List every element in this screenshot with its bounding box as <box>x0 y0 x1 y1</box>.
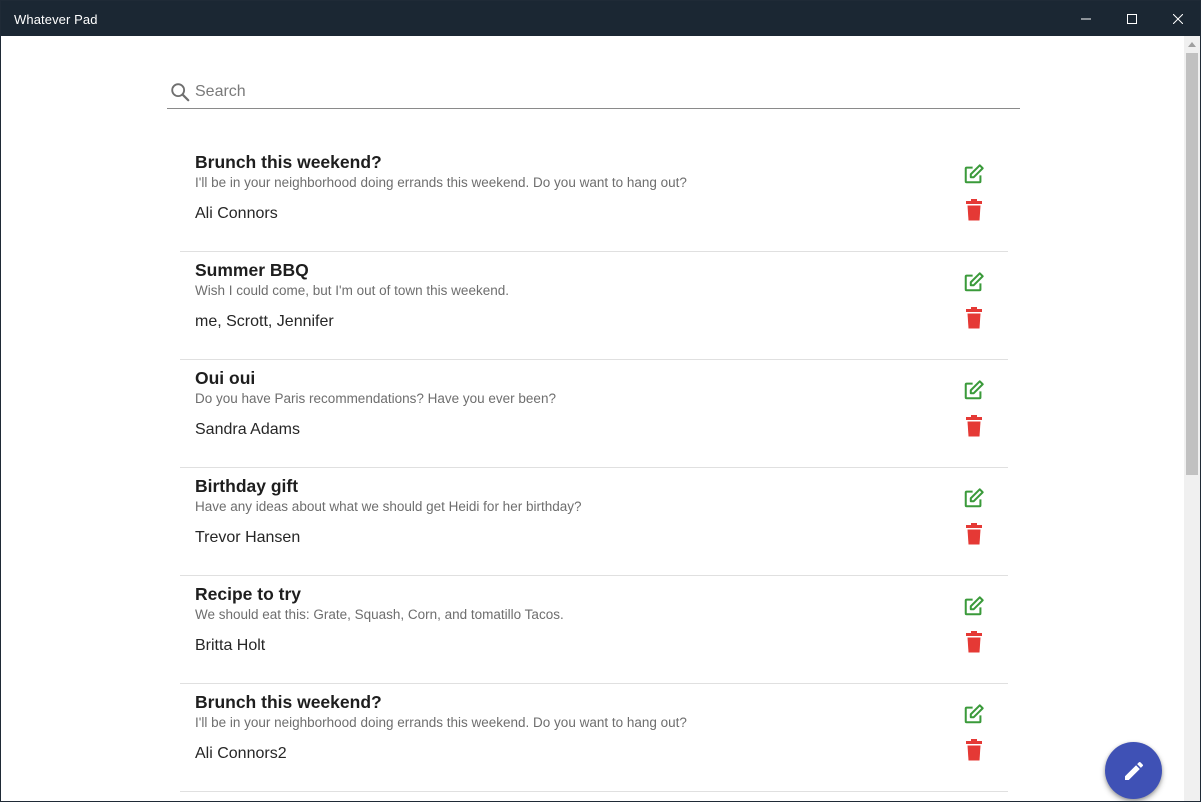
note-author: Britta Holt <box>195 637 266 654</box>
search-input[interactable] <box>195 80 995 104</box>
close-button[interactable] <box>1155 1 1200 36</box>
edit-note-icon <box>964 488 984 508</box>
maximize-icon <box>1127 13 1137 24</box>
delete-button[interactable] <box>962 306 986 330</box>
delete-button[interactable] <box>962 738 986 762</box>
trash-icon <box>966 199 982 221</box>
scroll-up-button[interactable] <box>1184 36 1200 52</box>
note-item[interactable]: Oui oui Do you have Paris recommendation… <box>180 360 1008 468</box>
window-title: Whatever Pad <box>14 12 98 27</box>
note-item[interactable]: Summer BBQ Wish I could come, but I'm ou… <box>180 252 1008 360</box>
note-body: I'll be in your neighborhood doing erran… <box>195 175 687 190</box>
pencil-icon <box>1124 761 1143 780</box>
edit-note-icon <box>964 272 984 292</box>
note-title: Birthday gift <box>195 476 299 496</box>
delete-button[interactable] <box>962 522 986 546</box>
scroll-up-arrow-icon <box>1188 41 1196 47</box>
vertical-scrollbar[interactable] <box>1184 36 1200 801</box>
note-body: Wish I could come, but I'm out of town t… <box>195 283 509 298</box>
delete-button[interactable] <box>962 630 986 654</box>
note-author: Ali Connors2 <box>195 745 287 762</box>
note-title: Summer BBQ <box>195 260 309 280</box>
edit-note-icon <box>964 704 984 724</box>
note-author: Sandra Adams <box>195 421 300 438</box>
close-icon <box>1173 13 1183 24</box>
note-body: Do you have Paris recommendations? Have … <box>195 391 556 406</box>
delete-button[interactable] <box>962 414 986 438</box>
note-item[interactable]: Brunch this weekend? I'll be in your nei… <box>180 144 1008 252</box>
edit-button[interactable] <box>962 270 986 294</box>
note-author: Ali Connors <box>195 205 278 222</box>
search-bar <box>167 78 1020 109</box>
note-item[interactable]: Birthday gift Have any ideas about what … <box>180 468 1008 576</box>
edit-button[interactable] <box>962 702 986 726</box>
note-body: Have any ideas about what we should get … <box>195 499 582 514</box>
note-title: Brunch this weekend? <box>195 692 382 712</box>
note-body: We should eat this: Grate, Squash, Corn,… <box>195 607 564 622</box>
search-icon <box>171 83 190 102</box>
edit-button[interactable] <box>962 162 986 186</box>
trash-icon <box>966 523 982 545</box>
main-content: Brunch this weekend? I'll be in your nei… <box>1 36 1184 801</box>
note-body: I'll be in your neighborhood doing erran… <box>195 715 687 730</box>
edit-button[interactable] <box>962 594 986 618</box>
minimize-icon <box>1081 18 1091 19</box>
note-title: Oui oui <box>195 368 256 388</box>
scrollbar-thumb[interactable] <box>1186 53 1198 475</box>
trash-icon <box>966 631 982 653</box>
delete-button[interactable] <box>962 198 986 222</box>
edit-note-icon <box>964 596 984 616</box>
edit-note-icon <box>964 380 984 400</box>
note-item[interactable]: Brunch this weekend? I'll be in your nei… <box>180 684 1008 792</box>
trash-icon <box>966 415 982 437</box>
note-title: Recipe to try <box>195 584 301 604</box>
app-window: Whatever Pad Brunch thi <box>0 0 1201 802</box>
trash-icon <box>966 307 982 329</box>
minimize-button[interactable] <box>1063 1 1109 36</box>
trash-icon <box>966 739 982 761</box>
maximize-button[interactable] <box>1109 1 1155 36</box>
title-bar[interactable]: Whatever Pad <box>1 1 1200 36</box>
note-author: me, Scrott, Jennifer <box>195 313 334 330</box>
note-author: Trevor Hansen <box>195 529 301 546</box>
note-item[interactable]: Recipe to try We should eat this: Grate,… <box>180 576 1008 684</box>
edit-button[interactable] <box>962 486 986 510</box>
notes-list: Brunch this weekend? I'll be in your nei… <box>180 144 1008 792</box>
edit-note-icon <box>964 164 984 184</box>
note-title: Brunch this weekend? <box>195 152 382 172</box>
compose-fab-button[interactable] <box>1105 742 1162 799</box>
edit-button[interactable] <box>962 378 986 402</box>
